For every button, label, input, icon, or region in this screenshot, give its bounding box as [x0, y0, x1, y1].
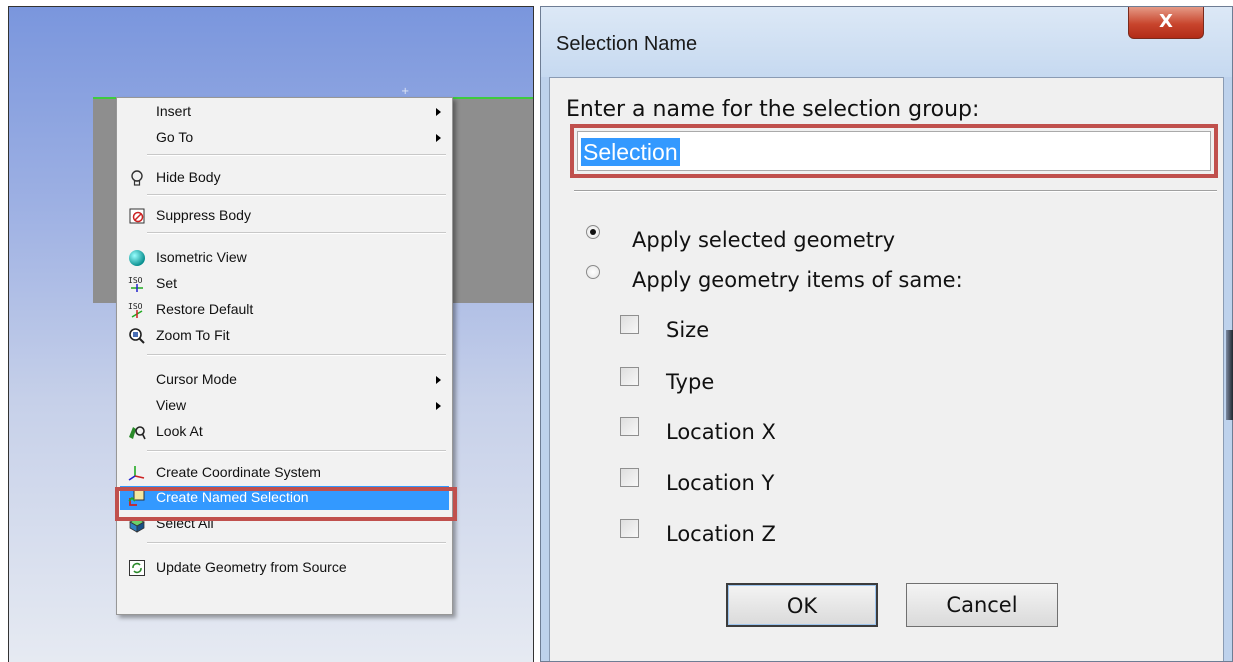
menu-item-cursor-mode[interactable]: Cursor Mode: [120, 368, 449, 392]
separator-line: [574, 190, 1217, 192]
svg-text:ISO: ISO: [128, 276, 143, 285]
checkbox-location-z[interactable]: [620, 519, 639, 538]
menu-item-label: Restore Default: [156, 301, 254, 317]
submenu-arrow-icon: [436, 134, 441, 142]
menu-item-label: Go To: [156, 129, 194, 145]
menu-separator: [147, 542, 446, 544]
menu-item-hide-body[interactable]: Hide Body: [120, 166, 449, 190]
suppress-icon: [128, 207, 146, 225]
radio-apply-selected-geometry[interactable]: [586, 225, 600, 239]
dialog-titlebar[interactable]: Selection Name X: [541, 7, 1232, 77]
checkbox-label: Type: [666, 370, 715, 394]
checkbox-size[interactable]: [620, 315, 639, 334]
menu-separator: [147, 232, 446, 234]
radio-label: Apply geometry items of same:: [632, 268, 963, 292]
menu-item-isometric-view[interactable]: Isometric View: [120, 246, 449, 270]
look-at-icon: [128, 423, 146, 441]
selected-text: Selection: [581, 138, 680, 166]
menu-item-look-at[interactable]: Look At: [120, 420, 449, 444]
crosshair-icon: +: [401, 86, 410, 97]
svg-text:ISO: ISO: [128, 302, 143, 311]
menu-item-create-named-selection[interactable]: Create Named Selection: [120, 486, 449, 510]
window-edge: [1226, 330, 1233, 420]
named-selection-icon: [128, 489, 146, 507]
dialog-body: Enter a name for the selection group: Se…: [549, 77, 1224, 661]
selection-name-dialog: Selection Name X Enter a name for the se…: [540, 6, 1233, 662]
checkbox-location-x[interactable]: [620, 417, 639, 436]
menu-item-insert[interactable]: Insert: [120, 100, 449, 124]
checkbox-location-y[interactable]: [620, 468, 639, 487]
menu-item-label: Cursor Mode: [156, 371, 237, 387]
zoom-fit-icon: [128, 327, 146, 345]
radio-dot: [590, 229, 596, 235]
sphere-icon: [128, 249, 146, 267]
menu-item-select-all[interactable]: Select All: [120, 512, 449, 536]
iso-set-icon: ISO: [128, 275, 146, 293]
menu-item-label: Create Named Selection: [156, 489, 309, 505]
cancel-button[interactable]: Cancel: [906, 583, 1058, 627]
menu-item-label: View: [156, 397, 187, 413]
menu-item-label: Zoom To Fit: [156, 327, 230, 343]
menu-item-label: Select All: [156, 515, 214, 531]
menu-item-label: Hide Body: [156, 169, 221, 185]
menu-item-label: Update Geometry from Source: [156, 559, 347, 575]
menu-item-label: Look At: [156, 423, 203, 439]
checkbox-label: Location Z: [666, 522, 776, 546]
checkbox-type[interactable]: [620, 367, 639, 386]
menu-item-label: Suppress Body: [156, 207, 251, 223]
checkbox-label: Size: [666, 318, 710, 342]
close-button[interactable]: X: [1128, 7, 1204, 39]
submenu-arrow-icon: [436, 108, 441, 116]
menu-item-label: Set: [156, 275, 178, 291]
menu-item-restore-default[interactable]: ISO Restore Default: [120, 298, 449, 322]
checkbox-label: Location X: [666, 420, 776, 444]
menu-item-label: Create Coordinate System: [156, 464, 321, 480]
menu-separator: [147, 354, 446, 356]
iso-restore-icon: ISO: [128, 301, 146, 319]
menu-separator: [147, 450, 446, 452]
update-geometry-icon: [128, 559, 146, 577]
checkbox-label: Location Y: [666, 471, 775, 495]
submenu-arrow-icon: [436, 376, 441, 384]
menu-item-update-geometry[interactable]: Update Geometry from Source: [120, 556, 449, 580]
menu-item-zoom-to-fit[interactable]: Zoom To Fit: [120, 324, 449, 348]
graphics-viewport[interactable]: + Insert Go To Hide Body Suppress Body I…: [8, 6, 534, 662]
radio-label: Apply selected geometry: [632, 228, 896, 252]
select-all-icon: [128, 515, 146, 533]
dialog-title: Selection Name: [556, 33, 698, 55]
menu-item-label: Insert: [156, 103, 192, 119]
ok-button[interactable]: OK: [726, 583, 878, 627]
name-prompt: Enter a name for the selection group:: [566, 97, 980, 122]
menu-item-view[interactable]: View: [120, 394, 449, 418]
menu-item-suppress-body[interactable]: Suppress Body: [120, 204, 449, 228]
menu-separator: [147, 194, 446, 196]
selection-name-input[interactable]: Selection: [577, 131, 1211, 171]
context-menu: Insert Go To Hide Body Suppress Body Iso…: [116, 97, 453, 615]
submenu-arrow-icon: [436, 402, 441, 410]
lightbulb-icon: [128, 169, 146, 187]
menu-item-go-to[interactable]: Go To: [120, 126, 449, 150]
radio-apply-geometry-items-of-same[interactable]: [586, 265, 600, 279]
menu-item-label: Isometric View: [156, 249, 247, 265]
menu-item-set[interactable]: ISO Set: [120, 272, 449, 296]
menu-separator: [147, 154, 446, 156]
coordinate-system-icon: [128, 464, 146, 482]
menu-item-create-coordinate-system[interactable]: Create Coordinate System: [120, 461, 449, 485]
